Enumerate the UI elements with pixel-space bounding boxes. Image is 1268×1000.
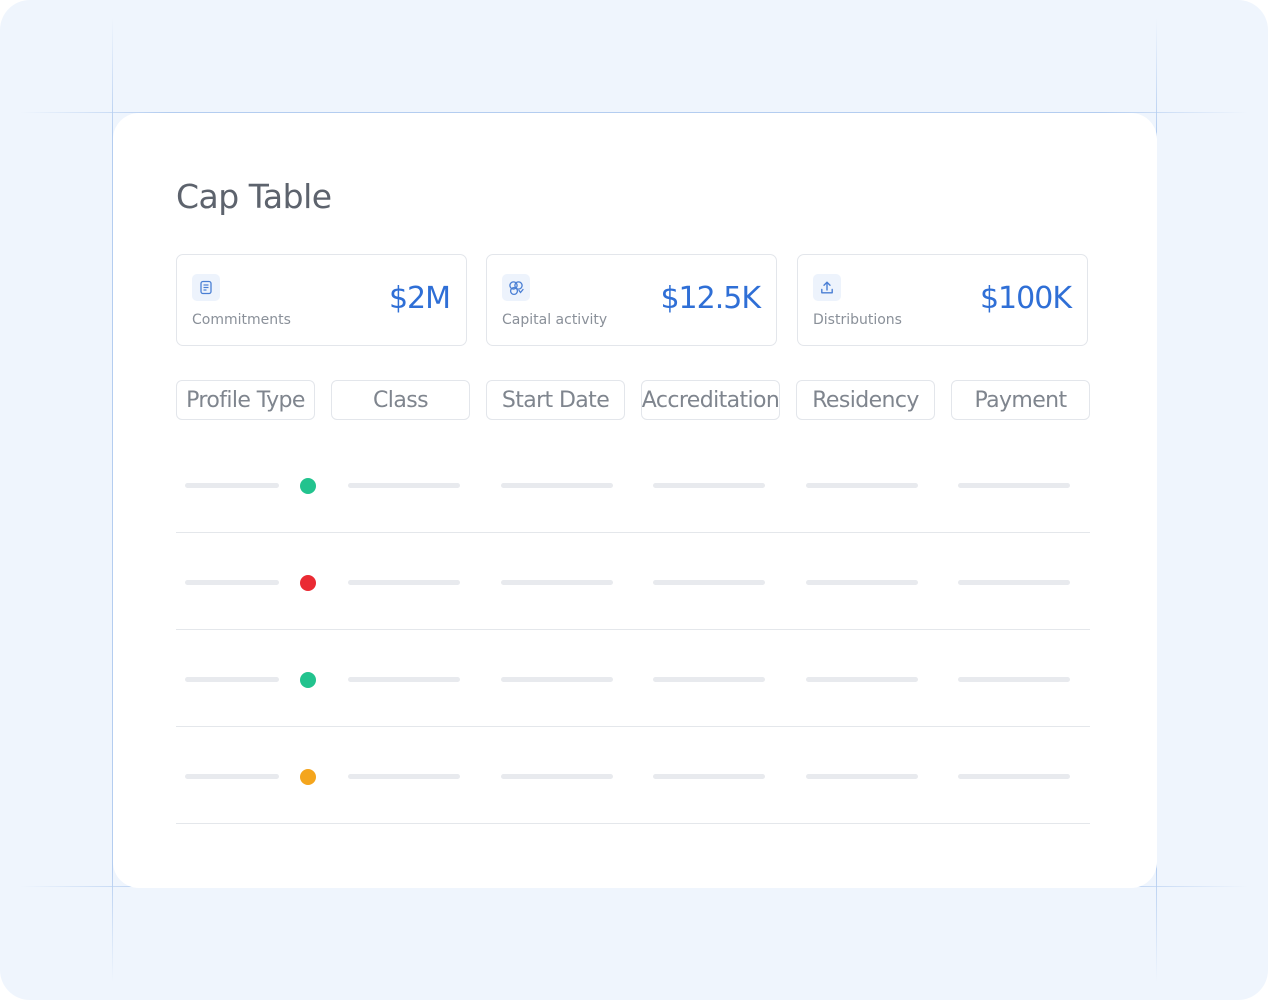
cell-placeholder — [348, 580, 460, 585]
cell-placeholder — [806, 677, 918, 682]
cell-placeholder — [501, 580, 613, 585]
table-row[interactable] — [176, 727, 1090, 824]
cell-placeholder — [806, 774, 918, 779]
cell-placeholder — [501, 774, 613, 779]
document-icon — [192, 274, 220, 301]
filter-class[interactable]: Class — [331, 380, 470, 420]
cell-placeholder — [501, 483, 613, 488]
status-dot — [300, 575, 316, 591]
cell-placeholder — [653, 774, 765, 779]
status-dot — [300, 672, 316, 688]
cell-placeholder — [501, 677, 613, 682]
cell-placeholder — [653, 580, 765, 585]
capital-activity-icon — [502, 274, 530, 301]
stat-card-capital-activity[interactable]: Capital activity $12.5K — [486, 254, 777, 346]
stat-value: $12.5K — [660, 281, 761, 316]
filter-accreditation[interactable]: Accreditation — [641, 380, 780, 420]
table-row[interactable] — [176, 533, 1090, 630]
cell-placeholder — [958, 677, 1070, 682]
cell-placeholder — [185, 483, 279, 488]
status-dot — [300, 478, 316, 494]
cell-placeholder — [348, 483, 460, 488]
stat-card-distributions[interactable]: Distributions $100K — [797, 254, 1088, 346]
cell-placeholder — [958, 580, 1070, 585]
stat-label: Capital activity — [502, 312, 608, 328]
filter-payment[interactable]: Payment — [951, 380, 1090, 420]
table-row[interactable] — [176, 436, 1090, 533]
cell-placeholder — [348, 774, 460, 779]
cell-placeholder — [806, 483, 918, 488]
cell-placeholder — [958, 483, 1070, 488]
cell-placeholder — [958, 774, 1070, 779]
stat-label: Distributions — [813, 312, 902, 328]
cell-placeholder — [185, 580, 279, 585]
table-row[interactable] — [176, 630, 1090, 727]
cell-placeholder — [806, 580, 918, 585]
page-title: Cap Table — [176, 177, 332, 216]
filter-residency[interactable]: Residency — [796, 380, 935, 420]
cap-table-card: Cap Table Commitments $2M Capital activi… — [113, 113, 1157, 888]
status-dot — [300, 769, 316, 785]
cell-placeholder — [185, 774, 279, 779]
cell-placeholder — [653, 483, 765, 488]
filter-profile-type[interactable]: Profile Type — [176, 380, 315, 420]
cell-placeholder — [348, 677, 460, 682]
filter-start-date[interactable]: Start Date — [486, 380, 625, 420]
stat-label: Commitments — [192, 312, 291, 328]
stat-value: $2M — [388, 281, 451, 316]
cell-placeholder — [185, 677, 279, 682]
stat-card-commitments[interactable]: Commitments $2M — [176, 254, 467, 346]
upload-icon — [813, 274, 841, 301]
app-canvas: Cap Table Commitments $2M Capital activi… — [0, 0, 1268, 1000]
cell-placeholder — [653, 677, 765, 682]
stat-value: $100K — [979, 281, 1072, 316]
